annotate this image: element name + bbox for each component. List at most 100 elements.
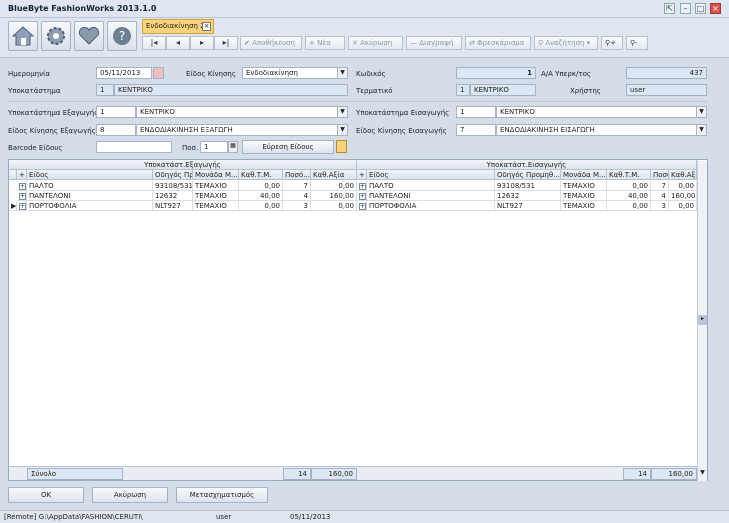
items-grid[interactable]: Υποκατάστ.Εξαγωγής Υποκατάστ.Εισαγωγής +… [8, 159, 708, 481]
column-header[interactable]: Μονάδα Μ... [561, 170, 607, 180]
exp-branch-code-field[interactable]: 1 [96, 106, 136, 118]
ok-button[interactable]: OK [8, 487, 84, 503]
cell[interactable]: ΠΑΝΤΕΛΟΝΙ [27, 191, 153, 201]
transform-button[interactable]: Μετασχηματισμός [176, 487, 268, 503]
cell[interactable]: NLT927 [495, 201, 561, 211]
expand-row-icon[interactable]: + [17, 181, 27, 191]
cell[interactable]: 12632 [153, 191, 193, 201]
last-record-button[interactable]: ▸| [214, 36, 238, 50]
cell[interactable]: ΠΑΛΤΟ [367, 181, 495, 191]
cell[interactable]: 0,00 [669, 181, 697, 191]
expand-row-icon[interactable]: + [17, 201, 27, 211]
column-header[interactable]: Είδος [367, 170, 495, 180]
search-button[interactable]: ⚲ Αναζήτηση ▾ [534, 36, 598, 50]
cell[interactable]: ΤΕΜΑΧΙΟ [561, 191, 607, 201]
expand-row-icon[interactable]: + [357, 201, 367, 211]
minimize-icon[interactable]: – [680, 3, 691, 14]
exp-type-select[interactable]: ΕΝΔΟΔΙΑΚΙΝΗΣΗ ΕΞΑΓΩΓΗ ▼ [136, 124, 348, 136]
folder-icon[interactable] [336, 140, 347, 153]
refresh-button[interactable]: ⇄ Φρεσκάρισμα [465, 36, 531, 50]
cell[interactable]: 0,00 [239, 181, 283, 191]
cell[interactable]: ΤΕΜΑΧΙΟ [561, 181, 607, 191]
zoom-out-button[interactable]: ⚲- [626, 36, 648, 50]
column-header[interactable]: Οδηγός Προμηθ... [495, 170, 561, 180]
vertical-scrollbar[interactable]: ▸ ▼ [697, 161, 707, 481]
cell[interactable]: ΤΕΜΑΧΙΟ [193, 201, 239, 211]
exp-type-code-field[interactable]: 8 [96, 124, 136, 136]
cell[interactable]: 40,00 [239, 191, 283, 201]
imp-branch-select[interactable]: ΚΕΝΤΡΙΚΟ ▼ [496, 106, 707, 118]
delete-button[interactable]: — Διαγραφή [406, 36, 462, 50]
tab-enododiakinisi[interactable]: Ενδοδιακίνηση 2 × [142, 19, 214, 34]
date-field[interactable]: 05/11/2013 [96, 67, 152, 79]
cell[interactable]: 0,00 [607, 201, 651, 211]
expand-row-icon[interactable]: + [17, 191, 27, 201]
close-tab-icon[interactable]: × [202, 22, 211, 31]
home-button[interactable] [8, 21, 38, 51]
imp-type-code-field[interactable]: 7 [456, 124, 496, 136]
cell[interactable]: 3 [283, 201, 311, 211]
next-record-button[interactable]: ▸ [190, 36, 214, 50]
cell[interactable]: 7 [651, 181, 669, 191]
cell[interactable]: ΤΕΜΑΧΙΟ [561, 201, 607, 211]
cancel-button[interactable]: ✕ Ακύρωση [348, 36, 403, 50]
terminal-name-field[interactable]: ΚΕΝΤΡΙΚΟ [470, 84, 536, 96]
cell[interactable]: 40,00 [607, 191, 651, 201]
settings-button[interactable] [41, 21, 71, 51]
cell[interactable]: ΠΑΝΤΕΛΟΝΙ [367, 191, 495, 201]
column-header[interactable]: Καθ.Αξία [669, 170, 697, 180]
cell[interactable]: 160,00 [311, 191, 357, 201]
cell[interactable]: 4 [651, 191, 669, 201]
barcode-input[interactable] [96, 141, 172, 153]
save-button[interactable]: ✔ Αποθήκευση [240, 36, 302, 50]
branch-code-field[interactable]: 1 [96, 84, 114, 96]
cell[interactable]: 160,00 [669, 191, 697, 201]
column-header[interactable]: Οδηγός Προμηθ... [153, 170, 193, 180]
expand-all-icon[interactable]: + [17, 170, 27, 180]
find-item-button[interactable]: Εύρεση Είδους [242, 140, 334, 154]
scroll-down-icon[interactable]: ▼ [698, 469, 707, 479]
calendar-icon[interactable] [153, 67, 164, 79]
cell[interactable]: 7 [283, 181, 311, 191]
qty-input[interactable]: 1 [200, 141, 228, 153]
cell[interactable]: 0,00 [239, 201, 283, 211]
terminal-code-field[interactable]: 1 [456, 84, 470, 96]
cell[interactable]: NLT927 [153, 201, 193, 211]
cell[interactable]: 12632 [495, 191, 561, 201]
first-record-button[interactable]: |◂ [142, 36, 166, 50]
column-header[interactable]: Ποσό... [283, 170, 311, 180]
expand-row-icon[interactable]: + [357, 191, 367, 201]
expand-all-icon[interactable]: + [357, 170, 367, 180]
column-header[interactable]: Ποσό... [651, 170, 669, 180]
cell[interactable]: 0,00 [607, 181, 651, 191]
zoom-in-button[interactable]: ⚲+ [601, 36, 623, 50]
close-icon[interactable]: × [710, 3, 721, 14]
scroll-thumb[interactable]: ▸ [698, 315, 707, 325]
column-header[interactable]: Καθ.Τ.Μ. [607, 170, 651, 180]
favorites-button[interactable] [74, 21, 104, 51]
imp-type-select[interactable]: ΕΝΔΟΔΙΑΚΙΝΗΣΗ ΕΙΣΑΓΩΓΗ ▼ [496, 124, 707, 136]
column-header[interactable]: Καθ.Τ.Μ. [239, 170, 283, 180]
footer-cancel-button[interactable]: Ακύρωση [92, 487, 168, 503]
move-type-select[interactable]: Ενδοδιακίνηση ▼ [242, 67, 348, 79]
cell[interactable]: 3 [651, 201, 669, 211]
column-header[interactable]: Καθ.Αξία [311, 170, 357, 180]
prev-record-button[interactable]: ◂ [166, 36, 190, 50]
expand-row-icon[interactable]: + [357, 181, 367, 191]
restore-icon[interactable]: ⇱ [664, 3, 675, 14]
branch-name-field[interactable]: ΚΕΝΤΡΙΚΟ [114, 84, 348, 96]
cell[interactable]: 93108/531 [153, 181, 193, 191]
calculator-icon[interactable]: ▦ [228, 141, 238, 153]
cell[interactable]: ΠΑΛΤΟ [27, 181, 153, 191]
cell[interactable]: 4 [283, 191, 311, 201]
cell[interactable]: 0,00 [311, 181, 357, 191]
imp-branch-code-field[interactable]: 1 [456, 106, 496, 118]
cell[interactable]: 0,00 [669, 201, 697, 211]
maximize-icon[interactable]: □ [695, 3, 706, 14]
cell[interactable]: ΤΕΜΑΧΙΟ [193, 181, 239, 191]
help-button[interactable]: ? [107, 21, 137, 51]
cell[interactable]: 93108/531 [495, 181, 561, 191]
cell[interactable]: ΠΟΡΤΟΦΟΛΙΑ [367, 201, 495, 211]
cell[interactable]: ΤΕΜΑΧΙΟ [193, 191, 239, 201]
cell[interactable]: 0,00 [311, 201, 357, 211]
